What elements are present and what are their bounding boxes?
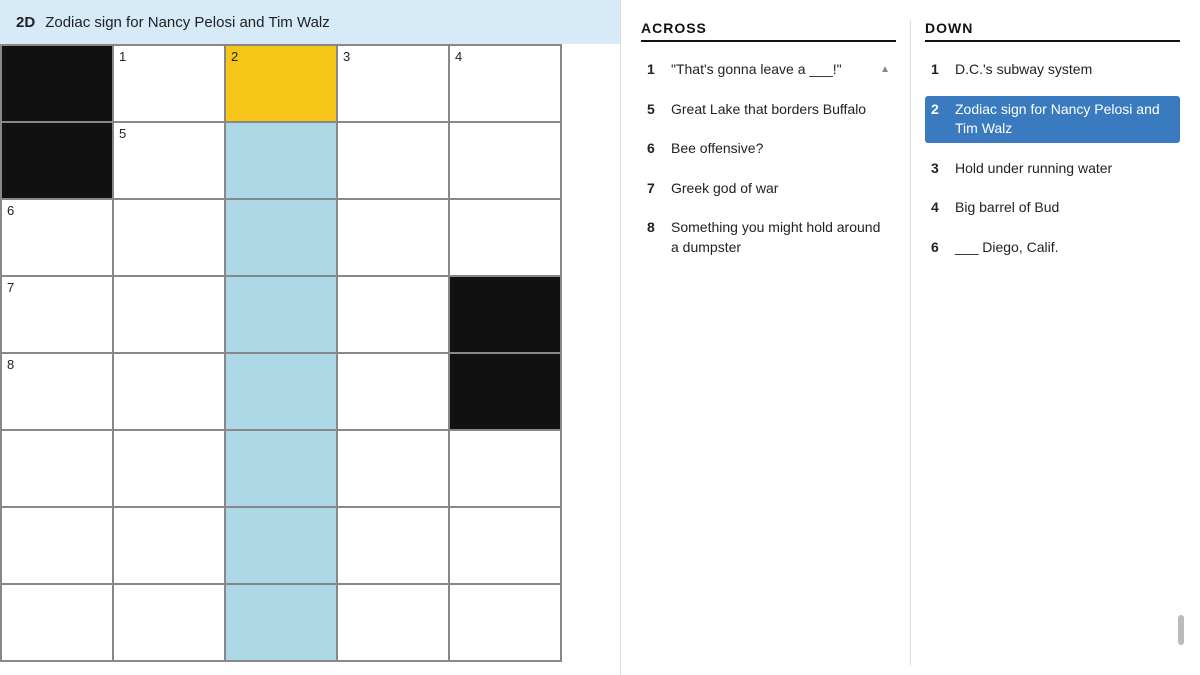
- grid-cell[interactable]: 3: [338, 46, 450, 123]
- grid-cell[interactable]: [450, 200, 562, 277]
- grid-cell[interactable]: [450, 123, 562, 200]
- clue-number: 3: [931, 159, 947, 179]
- grid-cell[interactable]: [450, 508, 562, 585]
- clue-number: 6: [647, 139, 663, 159]
- grid-cell[interactable]: [450, 277, 562, 354]
- clue-number: 7: [647, 179, 663, 199]
- grid-cell[interactable]: [114, 277, 226, 354]
- grid-cell[interactable]: [114, 354, 226, 431]
- down-clue-item[interactable]: 2Zodiac sign for Nancy Pelosi and Tim Wa…: [925, 96, 1180, 143]
- cell-number: 2: [231, 50, 238, 63]
- down-clue-item[interactable]: 1 D.C.'s subway system: [925, 56, 1180, 84]
- grid-cell[interactable]: [2, 585, 114, 662]
- grid-cell[interactable]: [338, 123, 450, 200]
- across-column: ACROSS 1 "That's gonna leave a ___!" ▲ 5 Gre…: [631, 20, 906, 665]
- cell-number: 6: [7, 204, 14, 217]
- cell-number: 8: [7, 358, 14, 371]
- grid-wrapper: 1 2 3 4 5 6 7 8: [0, 44, 620, 675]
- grid-cell[interactable]: [338, 277, 450, 354]
- down-clue-item[interactable]: 6 ___ Diego, Calif.: [925, 234, 1180, 262]
- across-clue-item[interactable]: 6 Bee offensive?: [641, 135, 896, 163]
- clue-bar-text: Zodiac sign for Nancy Pelosi and Tim Wal…: [45, 14, 330, 31]
- grid-cell[interactable]: [114, 200, 226, 277]
- grid-cell[interactable]: [226, 123, 338, 200]
- grid-cell[interactable]: [114, 431, 226, 508]
- clue-number: 6: [931, 238, 947, 258]
- cell-number: 3: [343, 50, 350, 63]
- clue-text: Greek god of war: [671, 179, 890, 199]
- grid-cell[interactable]: [226, 277, 338, 354]
- grid-cell[interactable]: [114, 508, 226, 585]
- down-column: DOWN 1 D.C.'s subway system 2Zodiac sign f…: [915, 20, 1190, 665]
- grid-cell[interactable]: 1: [114, 46, 226, 123]
- grid-cell[interactable]: [226, 431, 338, 508]
- grid-cell[interactable]: [338, 508, 450, 585]
- grid-cell[interactable]: [338, 431, 450, 508]
- clue-text: Something you might hold around a dumpst…: [671, 218, 890, 257]
- grid-cell[interactable]: 8: [2, 354, 114, 431]
- clue-number: 8: [647, 218, 663, 257]
- grid-cell[interactable]: 2: [226, 46, 338, 123]
- cell-number: 7: [7, 281, 14, 294]
- across-clue-item[interactable]: 8Something you might hold around a dumps…: [641, 214, 896, 261]
- clue-text: Big barrel of Bud: [955, 198, 1174, 218]
- sort-icon[interactable]: ▲: [880, 63, 890, 77]
- clue-text: Bee offensive?: [671, 139, 890, 159]
- clue-text: Hold under running water: [955, 159, 1174, 179]
- grid-cell[interactable]: 7: [2, 277, 114, 354]
- clue-bar-number: 2D: [16, 14, 35, 31]
- clue-text: D.C.'s subway system: [955, 60, 1174, 80]
- crossword-grid[interactable]: 1 2 3 4 5 6 7 8: [0, 44, 562, 662]
- grid-cell[interactable]: [226, 585, 338, 662]
- clue-number: 1: [647, 60, 663, 80]
- clue-number: 2: [931, 100, 947, 139]
- grid-cell[interactable]: [226, 354, 338, 431]
- scrollbar[interactable]: [1178, 615, 1184, 645]
- down-title: DOWN: [925, 20, 1180, 42]
- clue-text: Zodiac sign for Nancy Pelosi and Tim Wal…: [955, 100, 1174, 139]
- clue-number: 1: [931, 60, 947, 80]
- grid-cell[interactable]: [2, 508, 114, 585]
- grid-cell[interactable]: [338, 354, 450, 431]
- grid-cell[interactable]: [226, 508, 338, 585]
- grid-cell[interactable]: [2, 123, 114, 200]
- column-divider: [910, 20, 911, 665]
- clue-number: 4: [931, 198, 947, 218]
- clue-bar: 2D Zodiac sign for Nancy Pelosi and Tim …: [0, 0, 620, 44]
- across-clue-item[interactable]: 7 Greek god of war: [641, 175, 896, 203]
- cell-number: 5: [119, 127, 126, 140]
- across-clue-item[interactable]: 5 Great Lake that borders Buffalo: [641, 96, 896, 124]
- grid-cell[interactable]: [2, 46, 114, 123]
- across-clue-item[interactable]: 1 "That's gonna leave a ___!" ▲: [641, 56, 896, 84]
- cell-number: 4: [455, 50, 462, 63]
- left-panel: 2D Zodiac sign for Nancy Pelosi and Tim …: [0, 0, 620, 675]
- grid-cell[interactable]: [450, 354, 562, 431]
- clue-number: 5: [647, 100, 663, 120]
- right-panel: ACROSS 1 "That's gonna leave a ___!" ▲ 5 Gre…: [620, 0, 1200, 675]
- grid-cell[interactable]: [2, 431, 114, 508]
- grid-cell[interactable]: [338, 200, 450, 277]
- cell-number: 1: [119, 50, 126, 63]
- down-clue-item[interactable]: 4 Big barrel of Bud: [925, 194, 1180, 222]
- grid-cell[interactable]: [338, 585, 450, 662]
- across-title: ACROSS: [641, 20, 896, 42]
- grid-cell[interactable]: 6: [2, 200, 114, 277]
- grid-cell[interactable]: [226, 200, 338, 277]
- down-clue-item[interactable]: 3 Hold under running water: [925, 155, 1180, 183]
- grid-cell[interactable]: [450, 431, 562, 508]
- grid-cell[interactable]: [114, 585, 226, 662]
- grid-cell[interactable]: 4: [450, 46, 562, 123]
- clue-text: "That's gonna leave a ___!": [671, 60, 868, 80]
- clue-text: Great Lake that borders Buffalo: [671, 100, 890, 120]
- grid-cell[interactable]: 5: [114, 123, 226, 200]
- clue-text: ___ Diego, Calif.: [955, 238, 1174, 258]
- grid-cell[interactable]: [450, 585, 562, 662]
